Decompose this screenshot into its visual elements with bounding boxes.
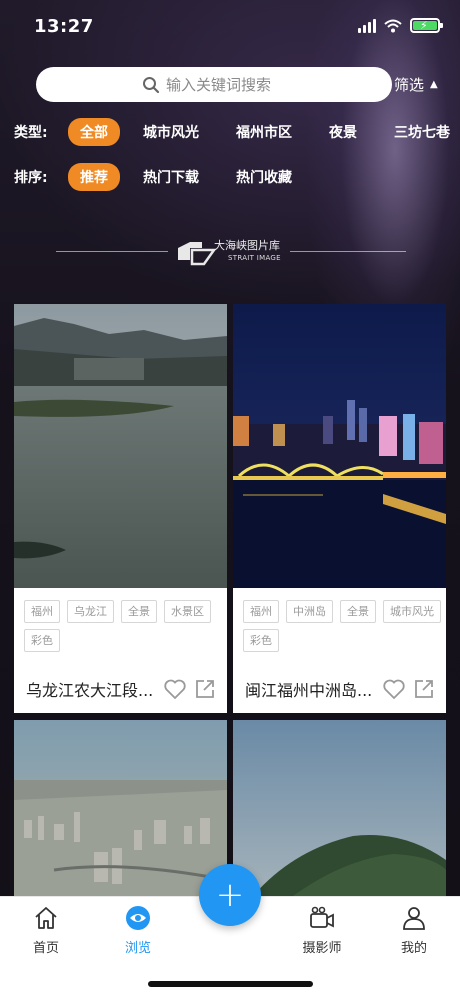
video-camera-icon <box>310 906 334 928</box>
home-indicator <box>148 981 313 987</box>
tag[interactable]: 城市风光 <box>383 600 441 623</box>
brand-name: 大海峡图片库 <box>214 239 280 252</box>
sort-chip-hot-downloads[interactable]: 热门下载 <box>143 167 199 187</box>
search-row: 筛选 ▲ <box>36 67 456 103</box>
card-title[interactable]: 乌龙江农大江段... <box>26 677 157 701</box>
share-icon[interactable] <box>412 677 436 701</box>
tag[interactable]: 彩色 <box>24 629 60 652</box>
type-filter-row: 类型: 全部 城市风光 福州市区 夜景 三坊七巷 <box>14 117 460 147</box>
brand-logo-icon <box>178 242 216 266</box>
sort-filter-row: 排序: 推荐 热门下载 热门收藏 <box>14 162 329 192</box>
card-photo[interactable] <box>14 720 227 896</box>
sort-chip-recommended[interactable]: 推荐 <box>68 163 120 191</box>
type-chip-fuzhou-urban[interactable]: 福州市区 <box>236 122 292 142</box>
tag[interactable]: 水景区 <box>164 600 211 623</box>
filter-button[interactable]: 筛选 ▲ <box>394 74 438 95</box>
wifi-icon <box>384 19 402 32</box>
card-photo[interactable] <box>233 720 446 896</box>
tag[interactable]: 福州 <box>24 600 60 623</box>
user-icon <box>403 907 425 930</box>
photo-card[interactable] <box>14 720 227 896</box>
battery-icon: ⚡ <box>410 18 443 33</box>
tab-label: 我的 <box>400 941 427 956</box>
sort-label: 排序: <box>14 170 48 186</box>
type-chip-sanfang[interactable]: 三坊七巷 <box>394 122 450 142</box>
card-photo[interactable] <box>233 304 446 588</box>
tag[interactable]: 中洲岛 <box>286 600 333 623</box>
tag[interactable]: 彩色 <box>243 629 279 652</box>
brand-name-en: STRAIT IMAGE <box>228 254 281 262</box>
card-title[interactable]: 闽江福州中洲岛... <box>245 677 376 701</box>
type-label: 类型: <box>14 125 48 141</box>
tab-photographer[interactable]: 摄影师 <box>282 905 362 956</box>
tab-label: 首页 <box>32 941 59 956</box>
photo-card[interactable] <box>233 720 446 896</box>
photo-card[interactable]: 福州 中洲岛 全景 城市风光 彩色 闽江福州中洲岛... <box>233 304 446 713</box>
eye-icon <box>126 906 150 930</box>
tab-home[interactable]: 首页 <box>6 905 86 956</box>
search-input[interactable] <box>166 75 286 94</box>
card-tags: 福州 中洲岛 全景 城市风光 彩色 <box>243 600 443 652</box>
status-icons: ⚡ <box>358 18 443 33</box>
tag[interactable]: 全景 <box>340 600 376 623</box>
heart-icon[interactable] <box>163 677 187 701</box>
card-footer: 乌龙江农大江段... <box>26 676 217 702</box>
share-icon[interactable] <box>193 677 217 701</box>
type-chip-all[interactable]: 全部 <box>68 118 120 146</box>
filter-label: 筛选 <box>394 76 425 94</box>
tab-browse[interactable]: 浏览 <box>98 905 178 956</box>
card-photo[interactable] <box>14 304 227 588</box>
tag[interactable]: 乌龙江 <box>67 600 114 623</box>
card-tags: 福州 乌龙江 全景 水景区 彩色 <box>24 600 224 652</box>
tag[interactable]: 全景 <box>121 600 157 623</box>
add-button[interactable]: + <box>199 864 261 926</box>
heart-icon[interactable] <box>382 677 406 701</box>
brand-divider: 大海峡图片库 STRAIT IMAGE <box>56 236 406 266</box>
signal-icon <box>358 18 376 33</box>
search-icon <box>143 76 160 93</box>
photo-card[interactable]: 福州 乌龙江 全景 水景区 彩色 乌龙江农大江段... <box>14 304 227 713</box>
tab-label: 浏览 <box>124 941 151 956</box>
tab-label: 摄影师 <box>302 941 342 956</box>
status-time: 13:27 <box>34 16 94 37</box>
divider-line-left <box>56 251 168 252</box>
status-bar: 13:27 ⚡ <box>0 0 460 56</box>
card-footer: 闽江福州中洲岛... <box>245 676 436 702</box>
type-chip-night[interactable]: 夜景 <box>329 122 357 142</box>
home-icon <box>35 907 57 929</box>
divider-line-right <box>290 251 406 252</box>
tab-mine[interactable]: 我的 <box>374 905 454 956</box>
sort-chip-hot-favorites[interactable]: 热门收藏 <box>236 167 292 187</box>
tag[interactable]: 福州 <box>243 600 279 623</box>
caret-up-icon: ▲ <box>430 79 438 90</box>
search-box[interactable] <box>36 67 392 102</box>
type-chip-city-scenery[interactable]: 城市风光 <box>143 122 199 142</box>
